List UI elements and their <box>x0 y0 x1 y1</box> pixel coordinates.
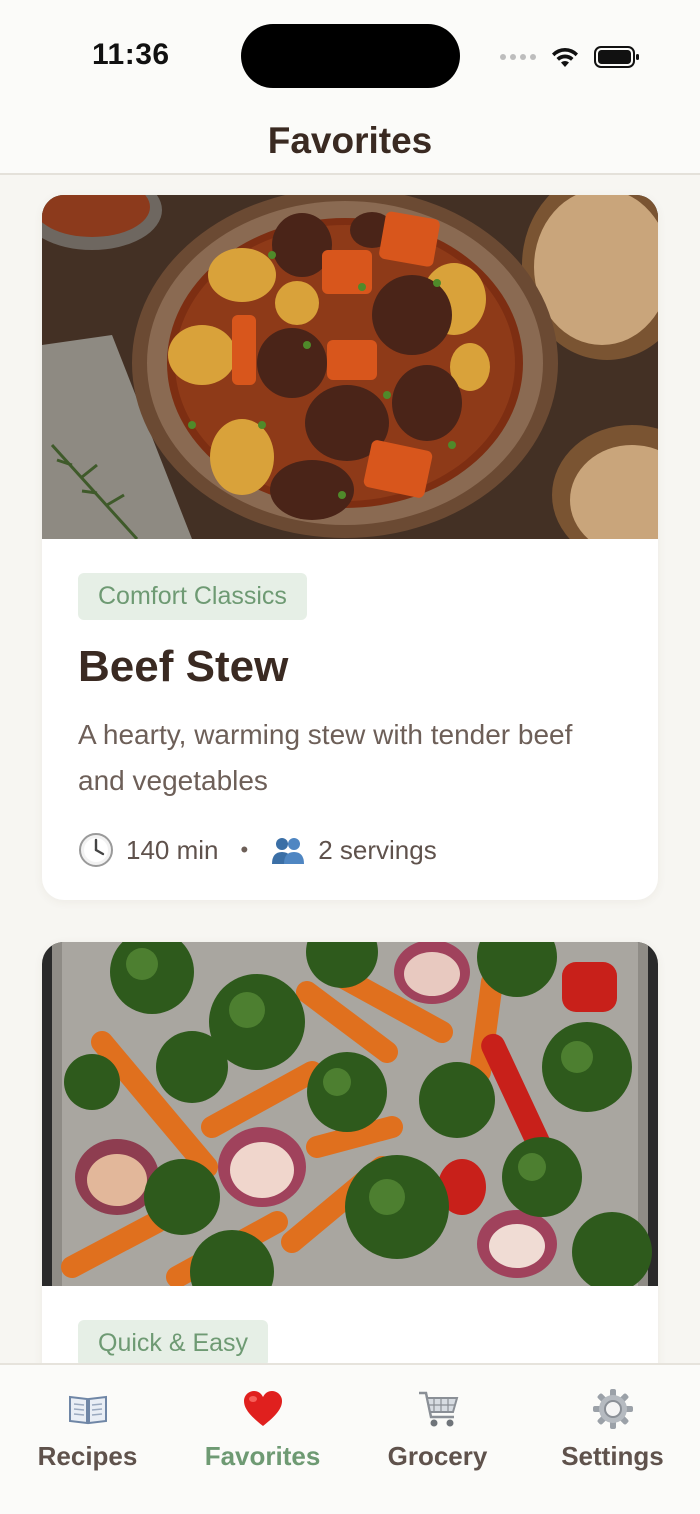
tab-label: Recipes <box>37 1441 138 1471</box>
tab-favorites[interactable]: Favorites <box>175 1387 350 1472</box>
cellular-signal-icon <box>500 54 536 60</box>
category-badge: Quick & Easy <box>78 1320 269 1363</box>
favorites-list[interactable]: Comfort Classics Beef Stew A hearty, war… <box>0 177 700 1363</box>
status-time: 11:36 <box>92 38 170 71</box>
cook-time: 140 min <box>126 834 219 865</box>
tab-bar: Recipes Favorites Grocery Settings <box>0 1363 700 1514</box>
tab-label: Favorites <box>204 1441 321 1471</box>
tab-recipes[interactable]: Recipes <box>0 1387 175 1472</box>
book-icon <box>68 1395 107 1425</box>
recipe-card[interactable]: Quick & Easy <box>42 942 658 1363</box>
dynamic-island <box>241 24 460 88</box>
gear-icon <box>592 1389 633 1429</box>
recipe-title: Beef Stew <box>78 642 289 691</box>
wifi-icon <box>552 47 578 67</box>
status-bar: 11:36 <box>0 0 700 112</box>
meta-separator: • <box>240 837 249 862</box>
recipe-meta: 140 min • 2 servings <box>78 832 622 868</box>
heart-icon <box>243 1391 282 1426</box>
status-indicators <box>500 42 640 72</box>
recipe-card[interactable]: Comfort Classics Beef Stew A hearty, war… <box>42 195 658 900</box>
clock-icon <box>79 833 113 867</box>
tab-grocery[interactable]: Grocery <box>350 1387 525 1472</box>
cart-icon <box>418 1391 458 1427</box>
tab-label: Settings <box>561 1441 664 1471</box>
nav-header: Favorites <box>0 112 700 175</box>
people-icon <box>272 838 305 864</box>
servings: 2 servings <box>318 834 437 865</box>
recipe-image <box>42 195 658 539</box>
tab-settings[interactable]: Settings <box>525 1387 700 1472</box>
category-badge: Comfort Classics <box>78 573 307 620</box>
battery-icon <box>594 46 639 68</box>
recipe-image <box>42 942 658 1286</box>
recipe-description: A hearty, warming stew with tender beef … <box>78 719 573 796</box>
page-title: Favorites <box>267 120 433 161</box>
tab-label: Grocery <box>387 1441 488 1471</box>
